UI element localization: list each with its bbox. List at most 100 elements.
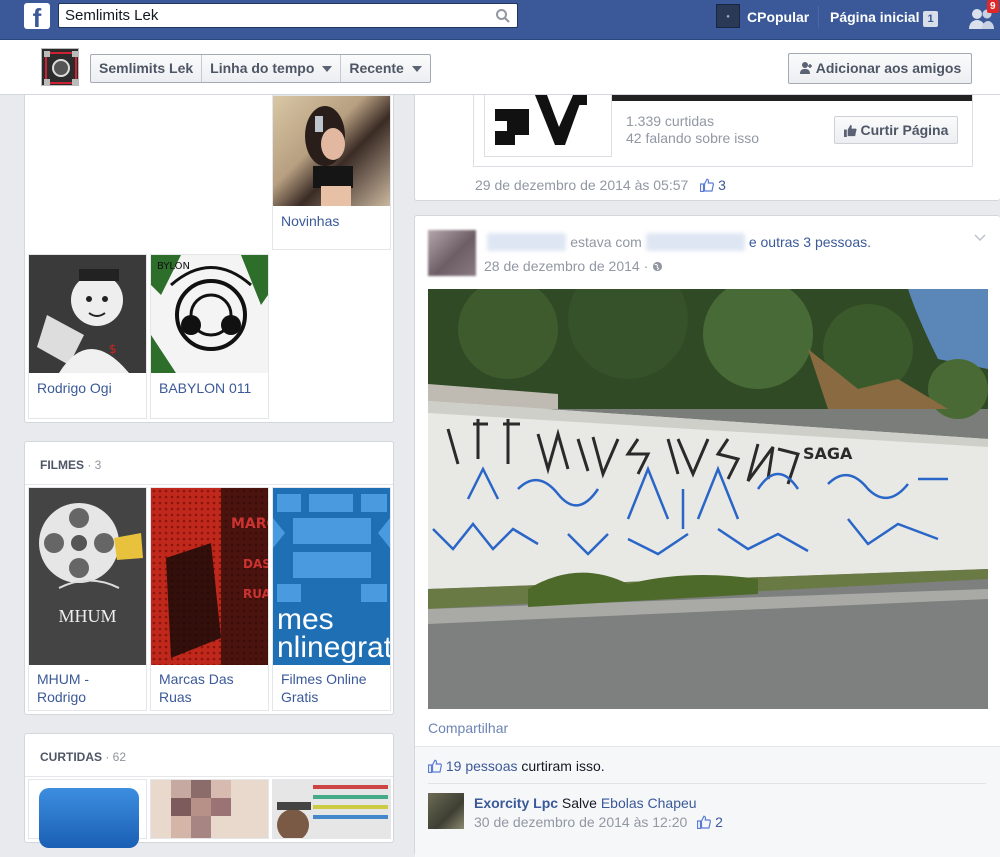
page-name-label: Semlimits Lek bbox=[99, 60, 194, 76]
profile-avatar[interactable]: ● bbox=[716, 4, 740, 28]
liked-page-tile[interactable] bbox=[28, 779, 147, 848]
chevron-down-icon bbox=[322, 65, 333, 72]
profile-link[interactable]: CPopular bbox=[747, 6, 809, 28]
nav-divider bbox=[818, 6, 819, 28]
divider bbox=[25, 484, 393, 485]
film-logo-text: MHUM bbox=[58, 606, 117, 626]
tagged-friend[interactable]: ██████████ bbox=[645, 233, 745, 251]
post-like-count[interactable]: 3 bbox=[718, 177, 726, 193]
comment-tag[interactable]: Ebolas Chapeu bbox=[601, 795, 697, 811]
search-box[interactable] bbox=[58, 3, 518, 28]
liked-page-photo bbox=[171, 780, 231, 838]
svg-text:$: $ bbox=[109, 342, 117, 356]
home-label: Página inicial bbox=[830, 9, 920, 25]
friend-name[interactable]: Novinhas bbox=[281, 212, 339, 230]
friend-photo[interactable]: $ bbox=[29, 255, 146, 373]
comment-avatar[interactable] bbox=[428, 793, 464, 829]
search-input[interactable] bbox=[65, 4, 485, 26]
likes-summary: 19 pessoas curtiram isso. bbox=[428, 757, 605, 775]
shared-page-talking: 42 falando sobre isso bbox=[626, 130, 760, 146]
post-timestamp[interactable]: 28 de dezembro de 2014 bbox=[484, 258, 640, 274]
top-bar: f ● CPopular Página inicial1 9 bbox=[0, 0, 1000, 40]
film-title-line: MHUM - bbox=[37, 671, 90, 687]
likes-suffix: curtiram isso. bbox=[521, 758, 605, 774]
facebook-logo-icon[interactable]: f bbox=[24, 3, 50, 29]
film-title[interactable]: Filmes Online Gratis bbox=[281, 670, 367, 706]
post-card: ████████ estava com ██████████ e outras … bbox=[414, 215, 1000, 857]
comment-timestamp[interactable]: 30 de dezembro de 2014 às 12:20 bbox=[474, 814, 687, 830]
share-link[interactable]: Compartilhar bbox=[428, 720, 508, 736]
film-poster[interactable]: MHUM bbox=[29, 488, 146, 665]
film-art-line: nlinegrat bbox=[277, 631, 390, 664]
meta-separator: · bbox=[643, 258, 649, 274]
likes-title: CURTIDAS bbox=[40, 750, 102, 764]
comment: Exorcity Lpc Salve Ebolas Chapeu bbox=[474, 794, 697, 812]
film-tile[interactable]: MHUM MHUM - Rodrigo bbox=[28, 487, 147, 711]
comment-like-count[interactable]: 2 bbox=[715, 814, 723, 830]
chevron-down-icon[interactable] bbox=[974, 234, 986, 242]
with-text: estava com bbox=[570, 234, 642, 250]
friend-tile[interactable]: BYLON BABYLON 011 bbox=[150, 254, 269, 419]
home-count-badge: 1 bbox=[923, 11, 938, 27]
post-photo[interactable]: SAGA bbox=[428, 289, 988, 709]
thumbs-up-icon bbox=[428, 759, 442, 773]
svg-text:BYLON: BYLON bbox=[157, 261, 190, 272]
film-poster[interactable]: MARC DAS RUA bbox=[151, 488, 268, 665]
home-link[interactable]: Página inicial 1 bbox=[830, 6, 938, 28]
film-title[interactable]: Marcas Das Ruas bbox=[159, 670, 234, 706]
shared-page-box[interactable]: 1.339 curtidas 42 falando sobre isso Cur… bbox=[473, 95, 973, 167]
likes-header[interactable]: CURTIDAS · 62 bbox=[40, 750, 126, 764]
svg-text:MARC: MARC bbox=[231, 516, 268, 532]
search-icon[interactable] bbox=[495, 8, 511, 24]
post-header: ████████ estava com ██████████ e outras … bbox=[487, 233, 871, 251]
post-timestamp[interactable]: 29 de dezembro de 2014 às 05:57 bbox=[475, 177, 688, 193]
film-art-text: mes nlinegrat bbox=[277, 605, 390, 664]
likes-count: · 62 bbox=[105, 750, 127, 764]
others-link[interactable]: e outras 3 pessoas. bbox=[749, 234, 871, 250]
thumbs-up-icon bbox=[843, 124, 857, 137]
svg-text:RUA: RUA bbox=[243, 587, 268, 601]
liked-page-tile[interactable] bbox=[150, 779, 269, 839]
film-tile[interactable]: MARC DAS RUA Marcas Das Ruas bbox=[150, 487, 269, 711]
page-nav-buttons: Semlimits Lek Linha do tempo Recente bbox=[90, 54, 431, 83]
comment-author[interactable]: Exorcity Lpc bbox=[474, 795, 558, 811]
like-page-label: Curtir Página bbox=[860, 122, 949, 138]
friend-name[interactable]: BABYLON 011 bbox=[159, 379, 251, 397]
timeline-dropdown[interactable]: Linha do tempo bbox=[202, 55, 342, 82]
friend-name[interactable]: Rodrigo Ogi bbox=[37, 379, 112, 397]
recent-dropdown[interactable]: Recente bbox=[341, 55, 429, 82]
film-poster[interactable]: mes nlinegrat bbox=[273, 488, 390, 665]
films-title: FILMES bbox=[40, 458, 84, 472]
liked-page-logo[interactable] bbox=[39, 788, 139, 848]
friend-photo[interactable] bbox=[273, 96, 390, 206]
recent-label: Recente bbox=[349, 60, 404, 76]
friend-photo[interactable]: BYLON bbox=[151, 255, 268, 373]
shared-page-likes: 1.339 curtidas bbox=[626, 113, 714, 129]
add-friend-icon bbox=[799, 62, 812, 74]
author-avatar[interactable] bbox=[428, 230, 476, 276]
film-title[interactable]: MHUM - Rodrigo bbox=[37, 670, 89, 706]
film-tile[interactable]: mes nlinegrat Filmes Online Gratis bbox=[272, 487, 391, 711]
film-title-line: Gratis bbox=[281, 689, 319, 705]
add-friend-label: Adicionar aos amigos bbox=[815, 60, 962, 76]
like-count-icon[interactable] bbox=[697, 815, 712, 829]
friend-requests-badge: 9 bbox=[987, 0, 999, 13]
shared-page-avatar[interactable] bbox=[484, 95, 612, 157]
add-friend-button[interactable]: Adicionar aos amigos bbox=[788, 53, 972, 84]
liked-page-photo bbox=[273, 780, 390, 838]
likes-people-link[interactable]: 19 pessoas bbox=[446, 758, 518, 774]
author-name[interactable]: ████████ bbox=[487, 233, 567, 251]
globe-icon[interactable] bbox=[652, 261, 663, 272]
friend-tile[interactable]: Novinhas bbox=[272, 95, 391, 250]
divider bbox=[25, 776, 393, 777]
friend-tile[interactable]: $ Rodrigo Ogi bbox=[28, 254, 147, 419]
films-header[interactable]: FILMES · 3 bbox=[40, 458, 101, 472]
like-page-button[interactable]: Curtir Página bbox=[834, 116, 958, 144]
likes-card: CURTIDAS · 62 bbox=[24, 733, 394, 848]
page-name-button[interactable]: Semlimits Lek bbox=[91, 55, 203, 82]
liked-page-tile[interactable] bbox=[272, 779, 391, 839]
films-card: FILMES · 3 MHUM MHUM - Rodrigo MARC DAS RUA… bbox=[24, 441, 394, 715]
like-count-icon[interactable] bbox=[700, 178, 715, 192]
page-thumbnail[interactable] bbox=[41, 48, 79, 86]
comment-text: Salve bbox=[561, 795, 597, 811]
